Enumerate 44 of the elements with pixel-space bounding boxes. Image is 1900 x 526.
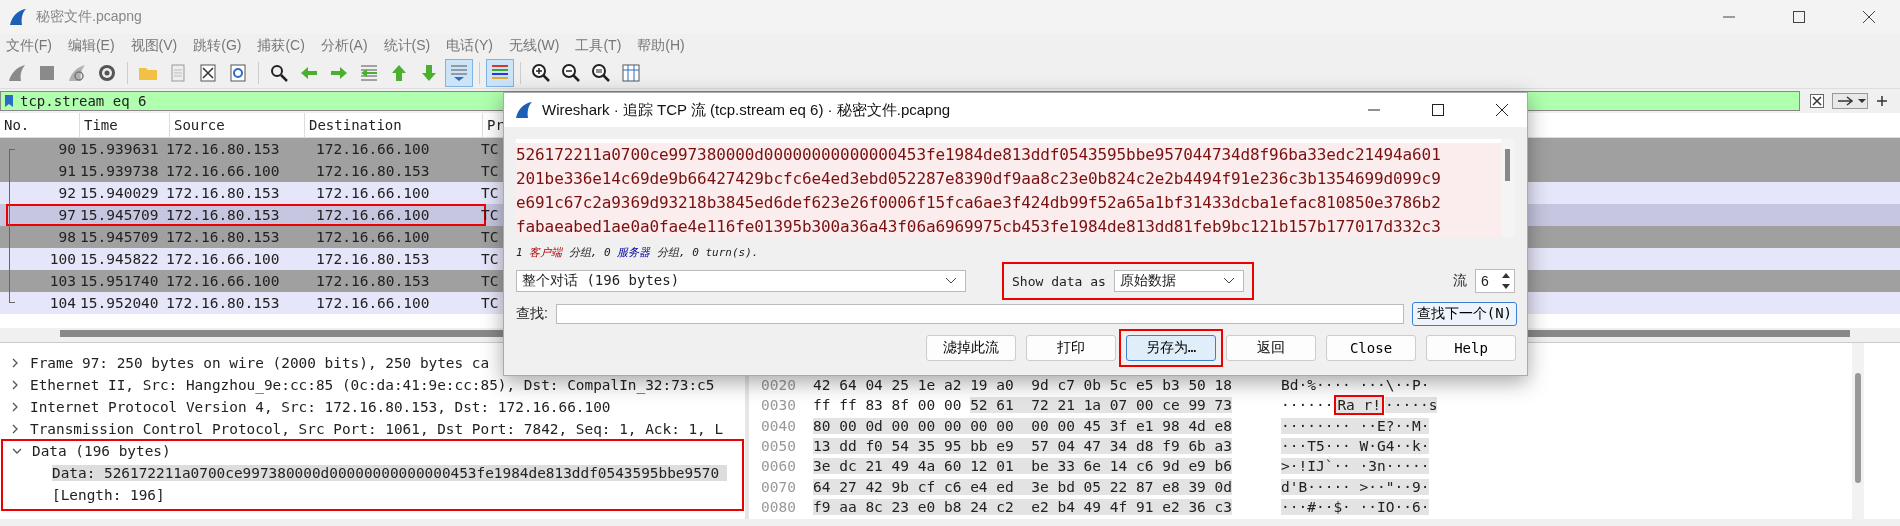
table-cell-text: 15.951740 [80,273,160,289]
table-cell: TC [481,163,500,179]
table-cell: TC [481,141,500,157]
offset-label: 0020 [760,377,797,394]
table-cell-text: 100 [48,251,77,267]
table-cell: TC [481,251,500,267]
table-cell-text: 92 [57,185,77,201]
table-cell-text: 15.945822 [80,251,160,267]
table-cell-text: 172.16.80.153 [165,295,281,311]
table-cell-text: 91 [57,163,77,179]
table-cell-text: 172.16.80.153 [165,185,281,201]
offset-label: 0060 [760,458,797,475]
offset-label: 0080 [760,498,797,515]
offset-label: 0070 [760,478,797,495]
table-cell: TC [481,185,500,201]
table-cell: TC [481,295,500,311]
table-cell-text: 97 [57,207,77,223]
window-title: 秘密文件.pcapng [36,8,142,26]
table-cell-text: 90 [57,141,77,157]
table-cell-text: 172.16.66.100 [165,163,281,179]
find-label: 查找: [516,305,548,323]
table-cell-text: 172.16.66.100 [165,251,281,267]
table-cell-text: 172.16.80.153 [165,141,281,157]
table-cell-text: 172.16.66.100 [165,273,281,289]
table-cell-text: 15.940029 [80,185,160,201]
table-cell-text: 103 [48,273,77,289]
table-cell-text: 15.945709 [80,207,160,223]
table-cell-text: 172.16.80.153 [165,229,281,245]
show-data-label: Show data as [1012,273,1106,289]
table-cell-text: 172.16.80.153 [165,207,281,223]
table-cell-text: 15.939738 [80,163,160,179]
stream-summary: 1 客户端 分组, 0 服务器 分组, 0 turn(s). [515,245,760,261]
offset-label: 0040 [760,417,797,434]
table-cell-text: 15.939631 [80,141,160,157]
offset-label: 0050 [760,438,797,455]
offset-label: 0030 [760,397,797,414]
table-cell: TC [481,273,500,289]
table-cell-text: 15.945709 [80,229,160,245]
table-cell-text: 104 [48,295,77,311]
dialog-title: Wireshark · 追踪 TCP 流 (tcp.stream eq 6) · 秘密文件.pcapng [542,100,951,120]
table-cell-text: 15.952040 [80,295,160,311]
stream-label: 流 [1453,272,1467,290]
table-cell: TC [481,229,500,245]
table-cell-text: 98 [57,229,77,245]
